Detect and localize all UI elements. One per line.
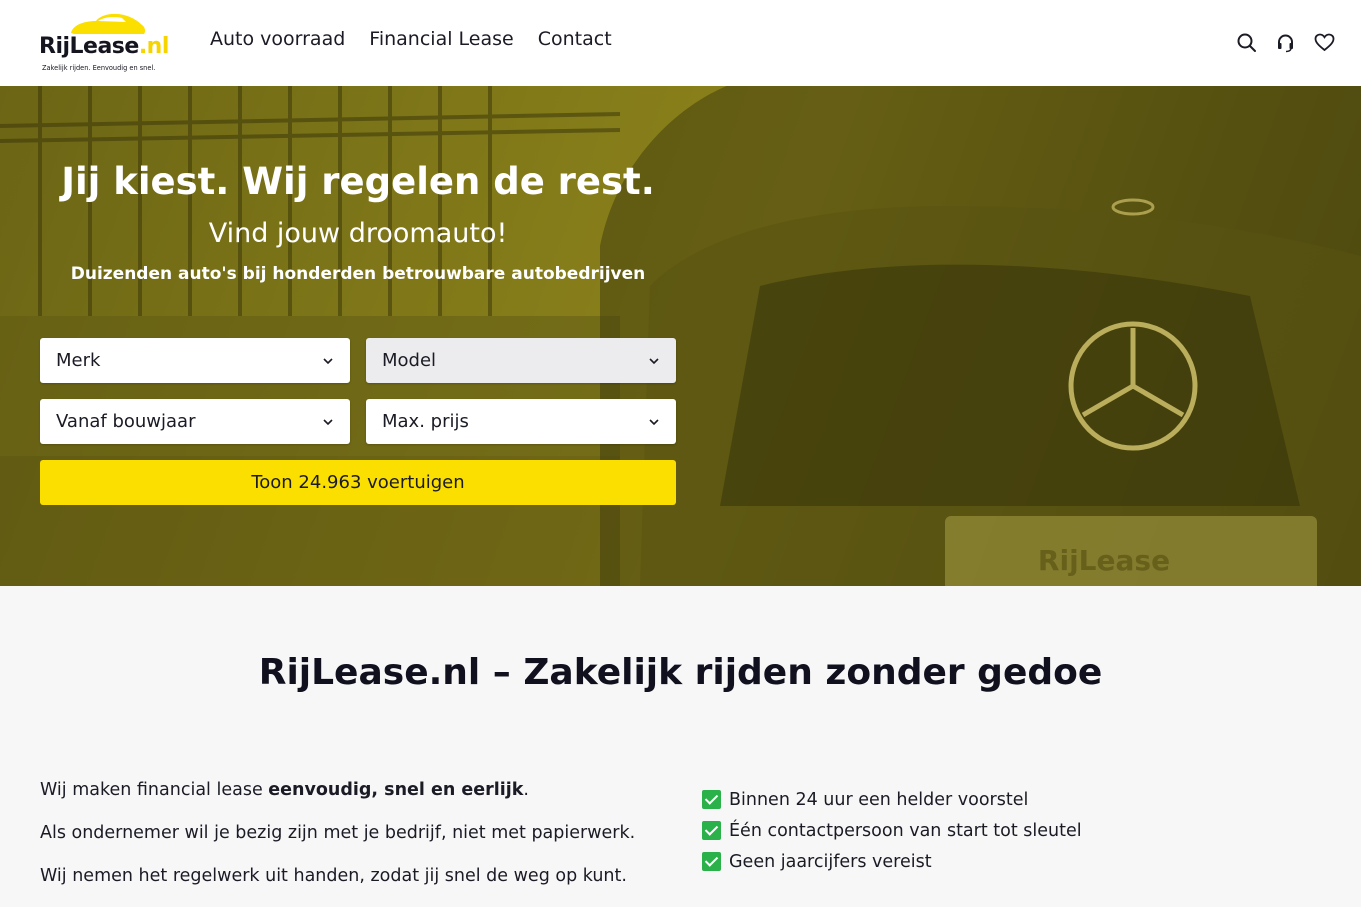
chevron-down-icon <box>649 357 659 364</box>
intro-text-part: Wij nemen het regelwerk uit handen, zoda… <box>40 866 627 886</box>
hero-section: RijLease Jij kiest. Wij regelen de rest.… <box>0 86 1361 586</box>
chevron-down-icon <box>649 418 659 425</box>
logo-tagline: Zakelijk rijden. Eenvoudig en snel. <box>42 64 156 72</box>
header-actions <box>1236 32 1335 53</box>
brand-select-value: Merk <box>56 350 101 371</box>
model-select[interactable]: Model <box>366 338 676 383</box>
intro-text-part: Wij maken financial lease <box>40 780 269 800</box>
check-icon <box>702 790 721 809</box>
nav-auto-voorraad[interactable]: Auto voorraad <box>210 28 345 50</box>
main-nav: Auto voorraad Financial Lease Contact <box>210 28 612 50</box>
benefit-label: Binnen 24 uur een helder voorstel <box>729 789 1029 810</box>
intro-text-part: Als ondernemer wil je bezig zijn met je … <box>40 823 636 843</box>
chevron-down-icon <box>323 357 333 364</box>
hero-subtitle: Vind jouw droomauto! <box>208 218 508 249</box>
car-logo-icon <box>71 13 146 34</box>
logo[interactable]: RijLease.nl Zakelijk rijden. Eenvoudig e… <box>38 12 188 76</box>
license-plate-text: RijLease <box>1038 544 1170 577</box>
benefit-list: Binnen 24 uur een helder voorstel Één co… <box>702 778 1082 883</box>
logo-name: RijLease <box>39 34 139 59</box>
model-select-value: Model <box>382 350 437 371</box>
price-select-value: Max. prijs <box>382 411 469 432</box>
nav-financial-lease[interactable]: Financial Lease <box>369 28 513 50</box>
intro-text: Wij maken financial lease eenvoudig, sne… <box>40 778 635 907</box>
logo-wordmark: RijLease.nl <box>39 34 169 59</box>
intro-text-part: . <box>523 780 529 800</box>
heart-icon[interactable] <box>1314 32 1335 53</box>
benefit-item: Geen jaarcijfers vereist <box>702 840 1082 883</box>
check-icon <box>702 852 721 871</box>
show-vehicles-button[interactable]: Toon 24.963 voertuigen <box>40 460 676 505</box>
year-select-value: Vanaf bouwjaar <box>56 411 196 432</box>
intro-paragraph: Als ondernemer wil je bezig zijn met je … <box>40 821 635 864</box>
year-select[interactable]: Vanaf bouwjaar <box>40 399 350 444</box>
intro-text-bold: eenvoudig, snel en eerlijk <box>268 780 524 800</box>
hero-title: Jij kiest. Wij regelen de rest. <box>61 160 655 203</box>
headset-icon[interactable] <box>1275 32 1296 53</box>
chevron-down-icon <box>323 418 333 425</box>
nav-contact[interactable]: Contact <box>538 28 612 50</box>
search-icon[interactable] <box>1236 32 1257 53</box>
check-icon <box>702 821 721 840</box>
intro-paragraph: Wij nemen het regelwerk uit handen, zoda… <box>40 864 635 907</box>
brand-select[interactable]: Merk <box>40 338 350 383</box>
benefit-label: Één contactpersoon van start tot sleutel <box>729 820 1082 841</box>
site-header: RijLease.nl Zakelijk rijden. Eenvoudig e… <box>0 0 1361 86</box>
intro-paragraph: Wij maken financial lease eenvoudig, sne… <box>40 778 635 821</box>
price-select[interactable]: Max. prijs <box>366 399 676 444</box>
intro-title: RijLease.nl – Zakelijk rijden zonder ged… <box>258 652 1103 693</box>
logo-tld: .nl <box>138 34 170 59</box>
hero-description: Duizenden auto's bij honderden betrouwba… <box>70 264 646 284</box>
benefit-label: Geen jaarcijfers vereist <box>729 851 932 872</box>
